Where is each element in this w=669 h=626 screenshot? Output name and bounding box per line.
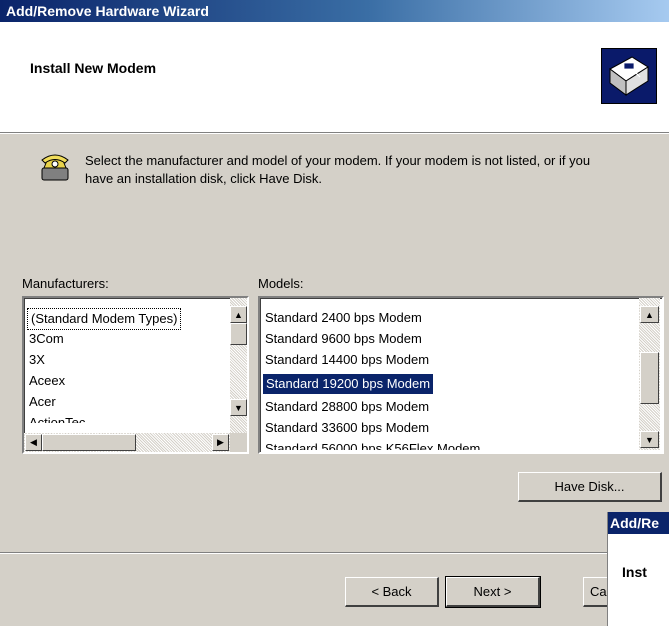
list-item[interactable]: Acer [29,392,56,412]
separator [0,552,669,554]
scroll-up-button[interactable]: ▲ [230,306,247,323]
overlapping-wizard-window: Add/Re Inst [607,512,669,626]
window-title: Add/Remove Hardware Wizard [6,3,209,19]
list-item[interactable]: Standard 28800 bps Modem [265,397,429,417]
hardware-wizard-icon [601,48,657,104]
scroll-down-button[interactable]: ▼ [230,399,247,416]
scroll-left-button[interactable]: ◀ [25,434,42,451]
page-title: Install New Modem [30,60,157,76]
have-disk-button[interactable]: Have Disk... [518,472,662,502]
list-item[interactable]: ActionTec [29,413,85,423]
next-button[interactable]: Next > [445,576,541,608]
manufacturers-label: Manufacturers: [22,276,109,291]
scroll-up-button[interactable]: ▲ [640,306,659,323]
list-item[interactable]: Standard 56000 bps K56Flex Modem [265,439,480,450]
overlay-title: Add/Re [608,512,669,534]
list-item[interactable]: Standard 14400 bps Modem [265,350,429,370]
models-label: Models: [258,276,304,291]
list-item[interactable]: Standard 33600 bps Modem [265,418,429,438]
models-list[interactable]: Standard 2400 bps Modem Standard 9600 bp… [258,296,664,454]
manufacturers-list[interactable]: (Standard Modem Types) 3Com 3X Aceex Ace… [22,296,249,454]
wizard-header: Install New Modem [0,22,669,133]
list-item[interactable]: 3X [29,350,45,370]
telephone-modem-icon [38,150,72,184]
scroll-thumb[interactable] [230,323,247,345]
scroll-right-button[interactable]: ▶ [212,434,229,451]
wizard-window: Add/Remove Hardware Wizard Install New M… [0,0,669,626]
list-item[interactable]: Standard 2400 bps Modem [265,308,422,328]
list-item[interactable]: (Standard Modem Types) [27,308,182,330]
list-item-selected[interactable]: Standard 19200 bps Modem [263,374,434,394]
scroll-down-button[interactable]: ▼ [640,431,659,448]
scroll-thumb[interactable] [640,352,659,404]
list-item[interactable]: Aceex [29,371,65,391]
list-item[interactable]: 3Com [29,329,64,349]
overlay-subtitle: Inst [622,564,647,580]
list-item[interactable]: Standard 9600 bps Modem [265,329,422,349]
instruction-text: Select the manufacturer and model of you… [85,152,645,188]
instruction-line-2: have an installation disk, click Have Di… [85,171,322,186]
title-bar: Add/Remove Hardware Wizard [0,0,669,22]
hscroll-thumb[interactable] [42,434,136,451]
instruction-line-1: Select the manufacturer and model of you… [85,153,591,168]
back-button[interactable]: < Back [345,577,439,607]
